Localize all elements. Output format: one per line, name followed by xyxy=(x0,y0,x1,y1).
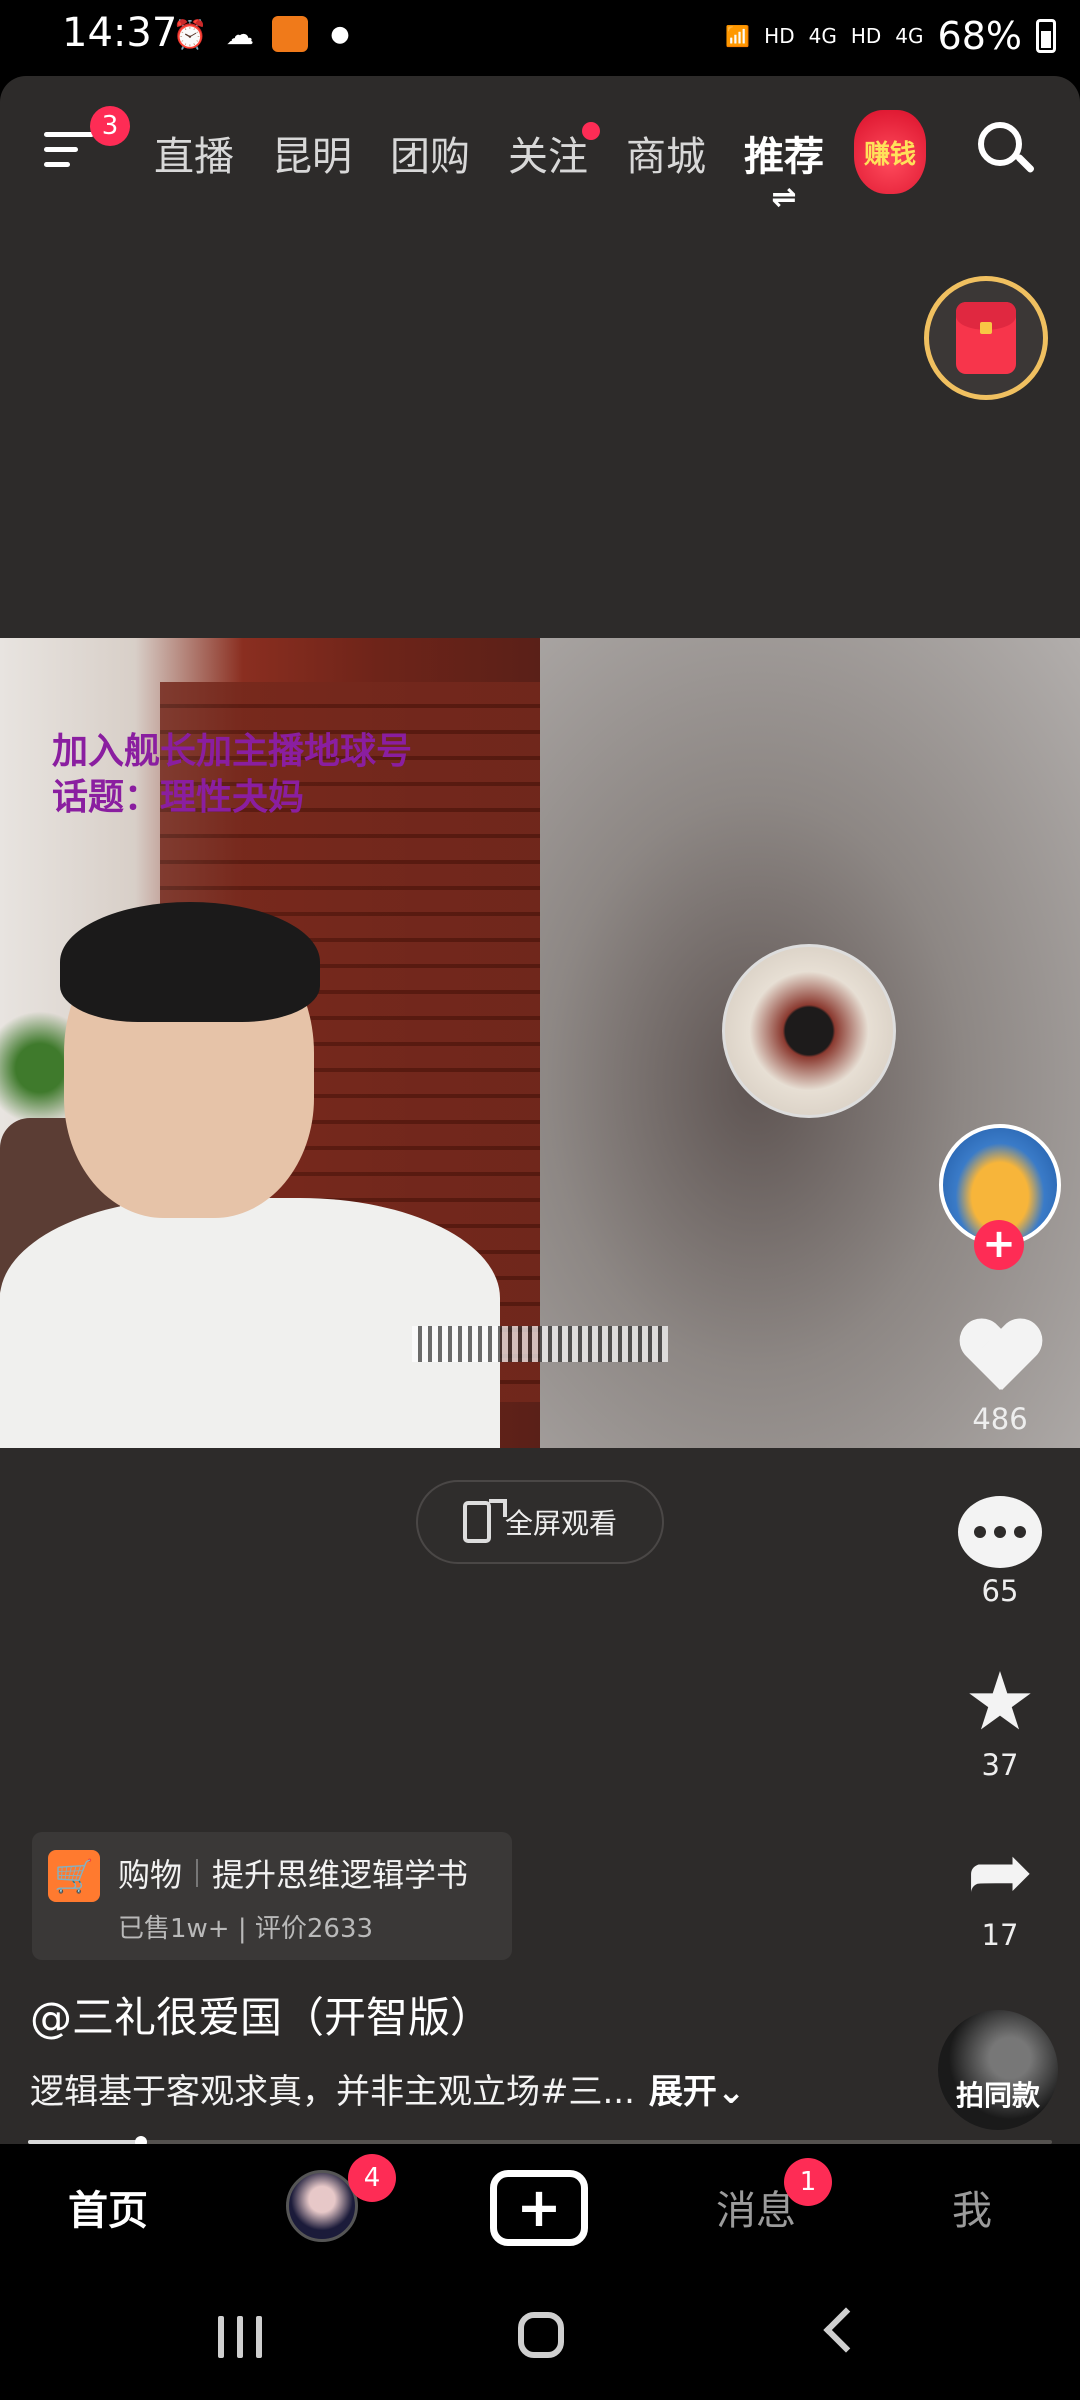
fullscreen-button[interactable]: 全屏观看 xyxy=(416,1480,664,1564)
same-style-label: 拍同款 xyxy=(955,2079,1040,2112)
hd-label-2: HD xyxy=(850,24,882,48)
like-action[interactable]: 486 xyxy=(928,1320,1072,1470)
notification-icons: ⏰ ☁ ● xyxy=(172,16,358,52)
alarm-icon: ⏰ xyxy=(172,17,208,51)
fullscreen-label: 全屏观看 xyxy=(504,1507,617,1540)
video-person-shirt xyxy=(0,1198,500,1448)
menu-badge: 3 xyxy=(90,106,130,146)
system-nav-bar xyxy=(0,2274,1080,2400)
status-bar: 14:37 ⏰ ☁ ● 📶 HD 4G HD 4G 68% xyxy=(0,0,1080,76)
expand-button[interactable]: 展开⌄ xyxy=(649,2072,746,2112)
app-container: 3 直播 昆明 团购 关注 商城 推荐 ⇌ 赚钱 加入舰长加主播地球号 话题：理… xyxy=(0,76,1080,2144)
recents-button[interactable] xyxy=(218,2316,262,2358)
star-icon: ★ xyxy=(964,1655,1036,1748)
video-overlay-text: 加入舰长加主播地球号 话题：理性夬妈 xyxy=(52,728,412,820)
overlay-line-2: 话题：理性夬妈 xyxy=(52,776,305,818)
tab-local[interactable]: 昆明 xyxy=(272,124,352,184)
back-button[interactable] xyxy=(823,2307,869,2353)
favorite-count: 37 xyxy=(981,1748,1019,1782)
battery-percent: 68% xyxy=(937,14,1022,58)
product-title-row: 购物 提升思维逻辑学书 xyxy=(118,1850,468,1896)
tab-home[interactable]: 首页 xyxy=(68,2178,148,2236)
tab-me[interactable]: 我 xyxy=(952,2178,992,2236)
friends-badge: 4 xyxy=(348,2154,396,2202)
same-style-button[interactable]: 拍同款 xyxy=(938,2010,1058,2130)
progress-knob[interactable] xyxy=(134,2136,147,2144)
share-icon: ➦ xyxy=(966,1825,1034,1918)
messages-badge: 1 xyxy=(784,2158,832,2206)
video-caption-blur xyxy=(412,1326,668,1362)
switch-icon: ⇌ xyxy=(771,180,797,215)
heart-icon xyxy=(958,1320,1042,1396)
comment-count: 65 xyxy=(981,1574,1019,1608)
create-button[interactable]: + xyxy=(490,2170,588,2246)
tab-following-label: 关注 xyxy=(508,134,588,180)
earn-money-button[interactable]: 赚钱 xyxy=(854,110,926,194)
author-avatar-group: + xyxy=(928,1124,1072,1284)
like-count: 486 xyxy=(972,1402,1028,1436)
comment-icon xyxy=(958,1496,1042,1568)
tab-recommend-label: 推荐 xyxy=(744,134,824,180)
nav-tabs: 直播 昆明 团购 关注 商城 推荐 ⇌ xyxy=(154,122,824,215)
home-button[interactable] xyxy=(518,2312,564,2358)
product-title: 提升思维逻辑学书 xyxy=(212,1856,469,1894)
product-divider xyxy=(196,1859,199,1887)
author-name[interactable]: @三礼很爱国（开智版） xyxy=(30,1984,492,2045)
earn-money-label: 赚钱 xyxy=(863,139,916,170)
red-packet-button[interactable] xyxy=(924,276,1048,400)
video-person-hair xyxy=(60,902,320,1022)
more-notifications-icon: ● xyxy=(330,21,350,47)
product-tag: 购物 xyxy=(118,1856,183,1894)
top-nav: 3 直播 昆明 团购 关注 商城 推荐 ⇌ 赚钱 xyxy=(0,100,1080,215)
wechat-icon: ☁ xyxy=(226,17,254,51)
tab-live[interactable]: 直播 xyxy=(154,124,234,184)
post-description: 逻辑基于客观求真，并非主观立场#三... 展开⌄ xyxy=(30,2064,745,2113)
video-player[interactable]: 加入舰长加主播地球号 话题：理性夬妈 xyxy=(0,638,1080,1448)
status-time: 14:37 xyxy=(62,10,178,56)
cart-icon: 🛒 xyxy=(48,1850,100,1902)
red-packet-icon xyxy=(956,302,1016,374)
wifi-icon: 📶 xyxy=(725,24,751,48)
product-card[interactable]: 🛒 购物 提升思维逻辑学书 已售1w+ | 评价2633 xyxy=(32,1832,512,1960)
system-status: 📶 HD 4G HD 4G 68% xyxy=(725,14,1056,58)
overlay-line-1: 加入舰长加主播地球号 xyxy=(52,730,413,772)
search-icon[interactable] xyxy=(978,122,1038,182)
plus-icon: + xyxy=(516,2176,562,2239)
following-dot xyxy=(582,122,600,140)
video-disc-image xyxy=(722,944,896,1118)
hd-label-1: HD xyxy=(764,24,795,48)
favorite-action[interactable]: ★ 37 xyxy=(928,1662,1072,1812)
post-description-text: 逻辑基于客观求真，并非主观立场#三... xyxy=(30,2072,635,2112)
bottom-tab-bar: 首页 4 + 消息 1 我 xyxy=(0,2144,1080,2274)
network-label-1: 4G xyxy=(808,24,837,48)
tab-recommend[interactable]: 推荐 ⇌ xyxy=(744,124,824,215)
app-notification-icon xyxy=(272,16,308,52)
share-action[interactable]: ➦ 17 xyxy=(928,1832,1072,1982)
share-count: 17 xyxy=(981,1918,1019,1952)
product-meta: 已售1w+ | 评价2633 xyxy=(118,1914,374,1944)
battery-icon xyxy=(1036,19,1056,53)
tab-mall[interactable]: 商城 xyxy=(626,124,706,184)
fullscreen-icon xyxy=(462,1499,507,1543)
tab-following[interactable]: 关注 xyxy=(508,122,600,184)
follow-button[interactable]: + xyxy=(974,1220,1024,1270)
network-label-2: 4G xyxy=(895,24,924,48)
comment-action[interactable]: 65 xyxy=(928,1496,1072,1646)
tab-group-buy[interactable]: 团购 xyxy=(390,124,470,184)
menu-icon[interactable] xyxy=(44,132,94,176)
